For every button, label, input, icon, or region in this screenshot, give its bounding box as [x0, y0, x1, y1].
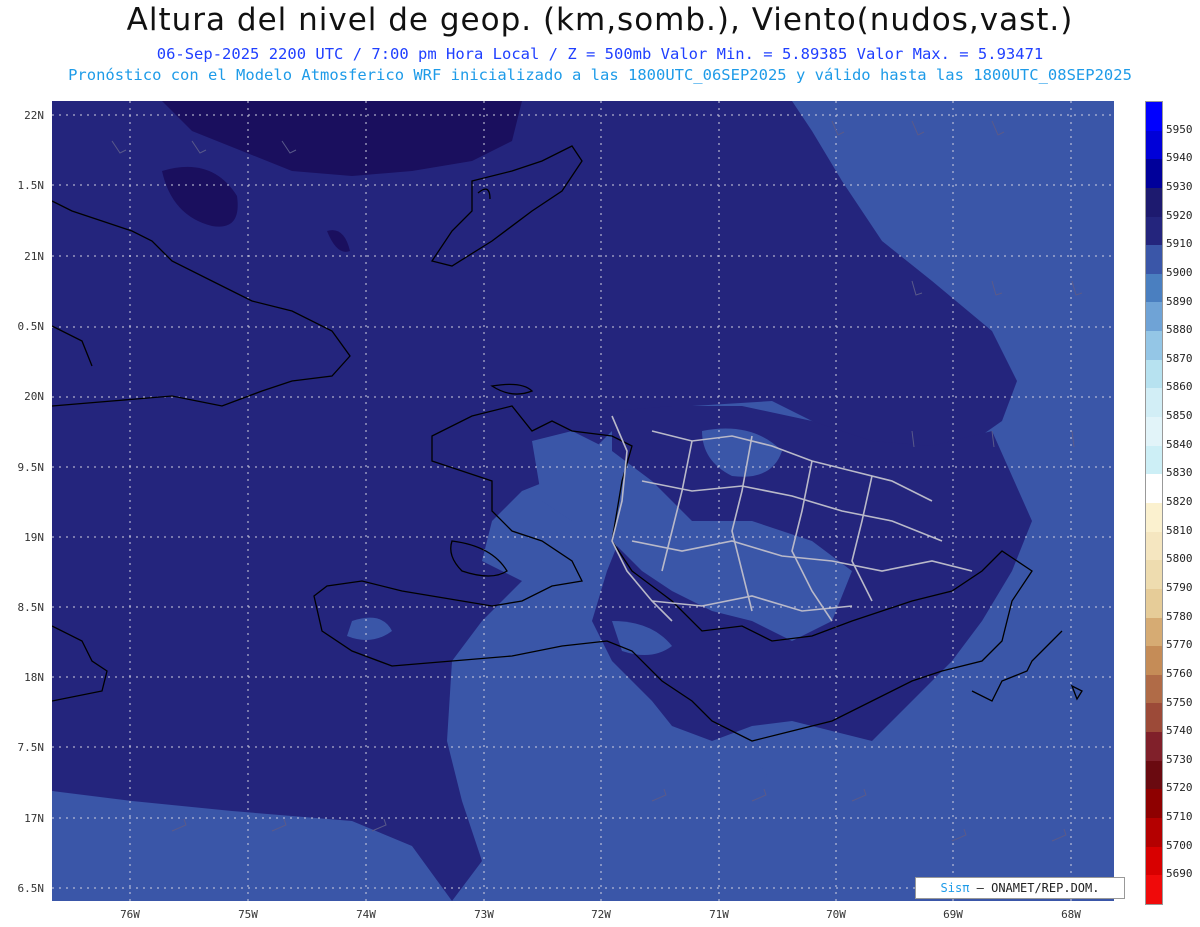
colorbar-label: 5950	[1166, 122, 1193, 136]
colorbar-label: 5820	[1166, 495, 1193, 508]
colorbar-swatch	[1146, 388, 1162, 418]
lon-label: 70W	[826, 908, 846, 921]
colorbar-label: 5860	[1166, 380, 1193, 394]
credit-box: Sisπ – ONAMET/REP.DOM.	[915, 877, 1125, 899]
colorbar-swatch	[1146, 760, 1162, 790]
colorbar-label: 5850	[1166, 409, 1193, 423]
lat-label: 17N	[24, 812, 44, 825]
colorbar	[1145, 101, 1163, 905]
contour-5920-small	[327, 230, 350, 252]
colorbar-swatch	[1146, 818, 1162, 847]
lat-label: 19N	[24, 531, 44, 544]
model-run-subtitle: Pronóstico con el Modelo Atmosferico WRF…	[68, 66, 1132, 84]
lat-label: 22N	[24, 109, 44, 122]
colorbar-swatch	[1146, 331, 1162, 360]
colorbar-swatch	[1146, 646, 1162, 675]
colorbar-swatch	[1146, 588, 1162, 618]
colorbar-label: 5900	[1166, 265, 1193, 279]
colorbar-label: 5780	[1166, 609, 1193, 623]
lat-label: 8.5N	[17, 601, 45, 614]
colorbar-swatch	[1146, 560, 1162, 589]
colorbar-swatch	[1146, 187, 1162, 217]
contour-5900-south-blob	[347, 617, 392, 640]
lon-label: 76W	[120, 908, 140, 921]
colorbar-swatch	[1146, 417, 1162, 446]
contour-5920-north	[162, 101, 522, 176]
colorbar-label: 5730	[1166, 752, 1193, 766]
colorbar-swatch	[1146, 445, 1162, 475]
colorbar-swatch	[1146, 502, 1162, 532]
colorbar-swatch	[1146, 216, 1162, 246]
colorbar-swatch	[1146, 846, 1162, 876]
colorbar-swatch	[1146, 245, 1162, 274]
colorbar-swatch	[1146, 703, 1162, 733]
colorbar-swatch	[1146, 159, 1162, 188]
valid-time-subtitle: 06-Sep-2025 2200 UTC / 7:00 pm Hora Loca…	[156, 45, 1044, 63]
colorbar-swatch	[1146, 732, 1162, 761]
colorbar-swatch	[1146, 789, 1162, 819]
colorbar-label: 5720	[1166, 781, 1193, 795]
lat-label: 7.5N	[17, 741, 45, 754]
map-plot-area	[52, 101, 1114, 901]
lat-label: 0.5N	[17, 320, 45, 333]
colorbar-label: 5890	[1166, 294, 1193, 308]
colorbar-label: 5840	[1166, 437, 1193, 451]
colorbar-label: 5740	[1166, 724, 1193, 738]
colorbar-swatch	[1146, 273, 1162, 303]
contour-5900-southwest	[52, 791, 452, 901]
colorbar-label: 5940	[1166, 151, 1193, 165]
lat-label: 1.5N	[17, 179, 45, 192]
map-svg	[52, 101, 1114, 901]
colorbar-swatch	[1146, 359, 1162, 389]
colorbar-swatch	[1146, 130, 1162, 160]
colorbar-swatch	[1146, 674, 1162, 704]
colorbar-label: 5790	[1166, 580, 1193, 594]
lon-label: 73W	[474, 908, 494, 921]
colorbar-label: 5750	[1166, 695, 1193, 709]
colorbar-swatch	[1146, 617, 1162, 647]
colorbar-label: 5700	[1166, 838, 1193, 852]
lon-label: 68W	[1061, 908, 1081, 921]
colorbar-label: 5870	[1166, 351, 1193, 365]
credit-brand: Sisπ	[940, 881, 970, 895]
colorbar-swatch	[1146, 102, 1162, 131]
colorbar-swatch	[1146, 531, 1162, 561]
colorbar-label: 5910	[1166, 237, 1193, 251]
map-title: Altura del nivel de geop. (km,somb.), Vi…	[126, 2, 1074, 38]
colorbar-label: 5880	[1166, 323, 1193, 337]
colorbar-swatch	[1146, 302, 1162, 332]
lat-label: 9.5N	[17, 461, 45, 474]
lon-label: 71W	[709, 908, 729, 921]
contour-5920-blob	[162, 166, 238, 227]
colorbar-label: 5710	[1166, 810, 1193, 824]
colorbar-label: 5690	[1166, 867, 1193, 881]
lat-label: 21N	[24, 250, 44, 263]
colorbar-label: 5810	[1166, 523, 1193, 537]
colorbar-label: 5760	[1166, 666, 1193, 680]
lon-label: 74W	[356, 908, 376, 921]
colorbar-label: 5800	[1166, 552, 1193, 566]
lat-label: 18N	[24, 671, 44, 684]
lat-label: 20N	[24, 390, 44, 403]
colorbar-label: 5920	[1166, 208, 1193, 222]
lon-label: 75W	[238, 908, 258, 921]
credit-text: – ONAMET/REP.DOM.	[976, 881, 1100, 895]
lon-label: 72W	[591, 908, 611, 921]
colorbar-swatch	[1146, 474, 1162, 503]
lat-label: 6.5N	[17, 882, 45, 895]
lon-label: 69W	[943, 908, 963, 921]
colorbar-label: 5930	[1166, 179, 1193, 193]
colorbar-swatch	[1146, 875, 1162, 904]
colorbar-label: 5770	[1166, 638, 1193, 652]
colorbar-label: 5830	[1166, 466, 1193, 480]
